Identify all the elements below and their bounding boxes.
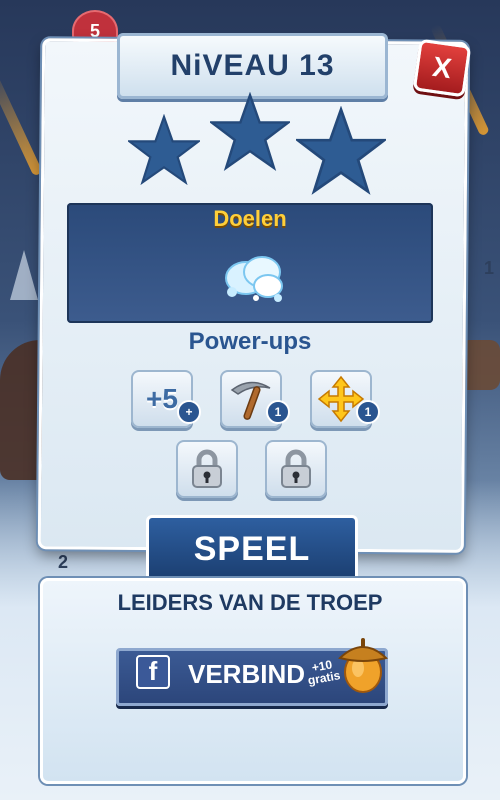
play-button[interactable]: SPEEL [146,515,358,583]
goals-title: Doelen [213,206,287,231]
leaderboard-title: LEIDERS VAN DE TROEP [117,590,383,615]
lock-icon [192,449,222,488]
map-level-number: 1 [484,258,495,278]
powerup-count-badge: 1 [266,400,290,424]
map-level-number: 2 [58,552,69,572]
star-icon [128,114,200,186]
star-icon [210,92,290,172]
connect-label: VERBIND [188,659,306,689]
tree [10,250,38,300]
powerup-add-badge: + [177,400,201,424]
close-button[interactable]: X [412,38,472,98]
plus5-label: +5 [146,383,178,414]
powerup-count-badge: 1 [356,400,380,424]
facebook-icon: f [136,655,170,689]
star-rating [128,92,386,200]
level-title: NiVEAU 13 [117,33,388,99]
acorn-icon [338,638,388,693]
lock-icon [281,449,311,488]
meteor-streak [0,63,43,177]
star-icon [296,106,386,195]
powerups-title: Power-ups [188,328,312,355]
powerup-locked-slot[interactable] [176,440,238,498]
snowball-icon [225,256,283,302]
powerup-locked-slot[interactable] [265,440,327,498]
